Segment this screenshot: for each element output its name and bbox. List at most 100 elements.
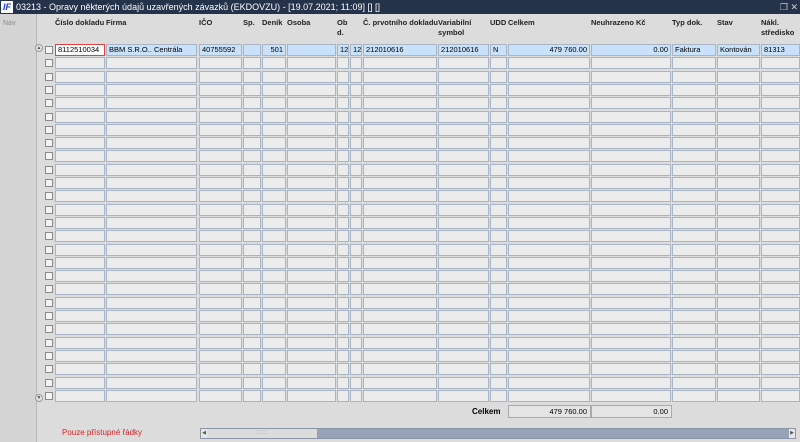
cell-cislo[interactable] bbox=[55, 336, 105, 349]
cell-prv[interactable] bbox=[363, 163, 437, 176]
cell-nakl[interactable] bbox=[761, 296, 800, 309]
cell-denik[interactable] bbox=[262, 283, 286, 296]
cell-stav[interactable] bbox=[717, 123, 760, 136]
cell-cislo[interactable] bbox=[55, 256, 105, 269]
cell-neuhr[interactable]: 0.00 bbox=[591, 44, 671, 56]
cell-prv[interactable] bbox=[363, 150, 437, 163]
column-header-prv[interactable]: Č. prvotního dokladu bbox=[363, 18, 438, 28]
cell-typ[interactable] bbox=[672, 110, 716, 123]
cell-neuhr[interactable] bbox=[591, 70, 671, 83]
cell-udd[interactable] bbox=[490, 336, 507, 349]
cell-cislo[interactable] bbox=[55, 296, 105, 309]
cell-sp[interactable] bbox=[243, 70, 261, 83]
cell-celkem[interactable] bbox=[508, 83, 590, 96]
cell-vs[interactable] bbox=[438, 323, 489, 336]
row-checkbox[interactable] bbox=[45, 218, 53, 227]
cell-udd[interactable] bbox=[490, 296, 507, 309]
cell-cislo[interactable] bbox=[55, 216, 105, 229]
cell-ico[interactable] bbox=[199, 376, 242, 389]
cell-obd[interactable] bbox=[337, 363, 349, 376]
cell-osoba[interactable] bbox=[287, 349, 336, 362]
cell-udd[interactable] bbox=[490, 177, 507, 189]
cell-nakl[interactable] bbox=[761, 137, 800, 150]
cell-stav[interactable] bbox=[717, 57, 760, 70]
cell-cislo[interactable] bbox=[55, 177, 105, 189]
column-header-osoba[interactable]: Osoba bbox=[287, 18, 337, 28]
cell-firma[interactable] bbox=[106, 283, 197, 296]
cell-typ[interactable] bbox=[672, 243, 716, 256]
cell-denik[interactable] bbox=[262, 230, 286, 243]
cell-obd2[interactable] bbox=[350, 97, 362, 110]
cell-firma[interactable] bbox=[106, 270, 197, 283]
cell-ico[interactable] bbox=[199, 190, 242, 203]
cell-udd[interactable] bbox=[490, 349, 507, 362]
cell-obd[interactable] bbox=[337, 230, 349, 243]
cell-prv[interactable] bbox=[363, 137, 437, 150]
cell-denik[interactable] bbox=[262, 137, 286, 150]
cell-cislo[interactable] bbox=[55, 349, 105, 362]
cell-ico[interactable]: 40755592 bbox=[199, 44, 242, 56]
cell-prv[interactable] bbox=[363, 203, 437, 216]
cell-nakl[interactable] bbox=[761, 123, 800, 136]
cell-udd[interactable] bbox=[490, 83, 507, 96]
cell-denik[interactable] bbox=[262, 203, 286, 216]
cell-sp[interactable] bbox=[243, 137, 261, 150]
cell-cislo[interactable] bbox=[55, 203, 105, 216]
cell-denik[interactable] bbox=[262, 296, 286, 309]
cell-denik[interactable] bbox=[262, 57, 286, 70]
cell-obd[interactable] bbox=[337, 150, 349, 163]
cell-osoba[interactable] bbox=[287, 57, 336, 70]
row-checkbox[interactable] bbox=[45, 112, 53, 121]
cell-udd[interactable] bbox=[490, 57, 507, 70]
cell-prv[interactable] bbox=[363, 336, 437, 349]
cell-nakl[interactable] bbox=[761, 376, 800, 389]
cell-celkem[interactable] bbox=[508, 230, 590, 243]
row-checkbox[interactable] bbox=[45, 85, 53, 94]
cell-udd[interactable] bbox=[490, 150, 507, 163]
cell-obd[interactable] bbox=[337, 349, 349, 362]
cell-typ[interactable] bbox=[672, 323, 716, 336]
cell-celkem[interactable] bbox=[508, 243, 590, 256]
cell-udd[interactable]: N bbox=[490, 44, 507, 56]
cell-sp[interactable] bbox=[243, 389, 261, 402]
cell-cislo[interactable] bbox=[55, 137, 105, 150]
cell-denik[interactable] bbox=[262, 256, 286, 269]
cell-firma[interactable]: BBM S.R.O.. Centrála bbox=[106, 44, 197, 56]
cell-celkem[interactable] bbox=[508, 163, 590, 176]
cell-cislo[interactable] bbox=[55, 123, 105, 136]
cell-denik[interactable] bbox=[262, 163, 286, 176]
cell-ico[interactable] bbox=[199, 123, 242, 136]
cell-stav[interactable] bbox=[717, 349, 760, 362]
cell-celkem[interactable] bbox=[508, 256, 590, 269]
cell-celkem[interactable] bbox=[508, 323, 590, 336]
cell-obd2[interactable] bbox=[350, 296, 362, 309]
cell-obd[interactable] bbox=[337, 336, 349, 349]
cell-osoba[interactable] bbox=[287, 283, 336, 296]
cell-obd[interactable] bbox=[337, 177, 349, 189]
cell-udd[interactable] bbox=[490, 389, 507, 402]
cell-denik[interactable] bbox=[262, 363, 286, 376]
cell-denik[interactable] bbox=[262, 243, 286, 256]
cell-prv[interactable] bbox=[363, 123, 437, 136]
cell-obd[interactable] bbox=[337, 57, 349, 70]
cell-typ[interactable] bbox=[672, 389, 716, 402]
cell-nakl[interactable] bbox=[761, 389, 800, 402]
cell-obd2[interactable] bbox=[350, 323, 362, 336]
row-checkbox[interactable] bbox=[45, 338, 53, 347]
cell-osoba[interactable] bbox=[287, 363, 336, 376]
cell-prv[interactable] bbox=[363, 83, 437, 96]
cell-stav[interactable] bbox=[717, 177, 760, 189]
cell-celkem[interactable] bbox=[508, 150, 590, 163]
column-header-typ[interactable]: Typ dok. bbox=[672, 18, 717, 28]
cell-obd2[interactable] bbox=[350, 336, 362, 349]
cell-neuhr[interactable] bbox=[591, 177, 671, 189]
column-header-firma[interactable]: Firma bbox=[106, 18, 198, 28]
cell-udd[interactable] bbox=[490, 230, 507, 243]
cell-nakl[interactable] bbox=[761, 110, 800, 123]
cell-vs[interactable] bbox=[438, 256, 489, 269]
cell-osoba[interactable] bbox=[287, 177, 336, 189]
cell-stav[interactable] bbox=[717, 296, 760, 309]
cell-nakl[interactable]: 81313 bbox=[761, 44, 800, 56]
scroll-down-icon[interactable]: ▼ bbox=[35, 394, 43, 402]
cell-osoba[interactable] bbox=[287, 376, 336, 389]
